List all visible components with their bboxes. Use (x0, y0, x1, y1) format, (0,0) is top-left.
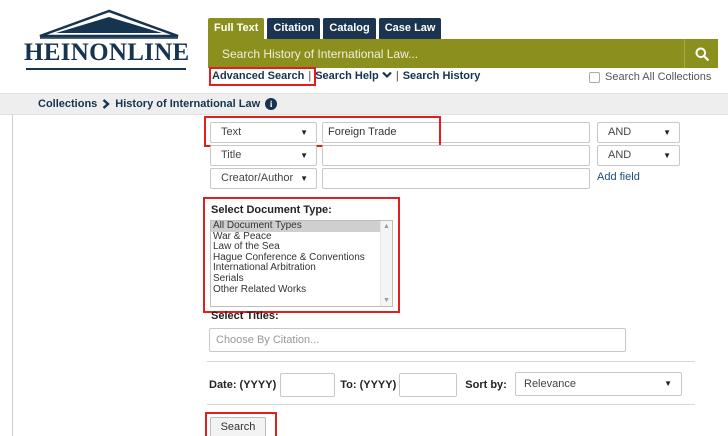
search-all-collections[interactable]: Search All Collections (589, 71, 711, 83)
document-type-option[interactable]: Other Related Works (211, 284, 392, 296)
search-all-checkbox[interactable] (589, 71, 600, 83)
breadcrumb: Collections History of International Law… (38, 98, 278, 110)
chevron-right-icon (102, 99, 111, 109)
operator-select-1-value: AND (608, 126, 632, 138)
search-submit-button[interactable]: Search (210, 417, 266, 436)
search-input[interactable] (212, 41, 684, 66)
dropdown-arrow-icon: ▼ (300, 174, 308, 183)
logo-roof-icon (39, 9, 179, 39)
operator-select-1[interactable]: AND ▼ (597, 122, 680, 143)
citation-input[interactable]: Choose By Citation... (209, 328, 626, 352)
tab-citation[interactable]: Citation (267, 18, 321, 39)
chevron-down-icon (382, 71, 392, 79)
breadcrumb-bar: Collections History of International Law… (0, 93, 728, 115)
search-button[interactable] (684, 39, 718, 68)
breadcrumb-collections[interactable]: Collections (38, 98, 97, 110)
field-select-3-value: Creator/Author (221, 172, 294, 184)
document-type-label: Select Document Type: (211, 204, 332, 216)
search-history-link[interactable]: Search History (403, 70, 481, 82)
dropdown-arrow-icon: ▼ (300, 151, 308, 160)
divider (207, 361, 695, 362)
date-to-label: To: (YYYY) (340, 379, 397, 391)
date-to-input[interactable] (399, 373, 458, 397)
field-select-2[interactable]: Title ▼ (210, 145, 317, 166)
search-all-label: Search All Collections (605, 71, 712, 83)
dropdown-arrow-icon: ▼ (663, 128, 671, 137)
sort-select[interactable]: Relevance ▼ (515, 372, 682, 396)
operator-select-2-value: AND (608, 149, 632, 161)
operator-select-2[interactable]: AND ▼ (597, 145, 680, 166)
document-type-option[interactable]: All Document Types (211, 221, 392, 232)
listbox-scrollbar[interactable]: ▲ ▼ (380, 221, 392, 306)
dropdown-arrow-icon: ▼ (664, 379, 672, 388)
search-bar (208, 39, 718, 68)
tab-full-text[interactable]: Full Text (208, 18, 265, 39)
search-help-link[interactable]: Search Help (315, 70, 392, 82)
tab-catalog[interactable]: Catalog (323, 18, 376, 39)
date-from-input[interactable] (280, 373, 336, 397)
field-select-3[interactable]: Creator/Author ▼ (210, 168, 317, 189)
heinonline-logo[interactable]: HEINONLINE (18, 5, 190, 85)
logo-rule (26, 68, 186, 70)
field-input-2[interactable] (322, 145, 590, 166)
highlight-box-text-field (204, 116, 441, 147)
field-select-2-value: Title (221, 149, 242, 161)
search-help-label: Search Help (315, 70, 379, 82)
field-input-3[interactable] (322, 168, 590, 189)
scroll-down-icon[interactable]: ▼ (383, 297, 390, 304)
document-type-listbox[interactable]: All Document Types War & Peace Law of th… (210, 220, 393, 307)
search-icon (695, 47, 709, 61)
sort-by-label: Sort by: (465, 379, 507, 391)
breadcrumb-current: History of International Law (115, 98, 261, 110)
date-from-label: Date: (YYYY) (209, 379, 277, 391)
date-sort-row: Date: (YYYY) To: (YYYY) Sort by: (209, 373, 507, 397)
tab-case-law[interactable]: Case Law (378, 18, 442, 39)
add-field-link[interactable]: Add field (597, 171, 640, 183)
document-type-option[interactable]: Serials (211, 273, 392, 285)
highlight-box-advanced-search (209, 67, 316, 86)
link-separator: | (395, 70, 399, 82)
logo-text: HEINONLINE (24, 39, 190, 66)
info-icon[interactable]: i (265, 98, 278, 110)
dropdown-arrow-icon: ▼ (663, 151, 671, 160)
left-divider (12, 115, 13, 436)
search-tabs: Full Text Citation Catalog Case Law (208, 18, 442, 39)
select-titles-label: Select Titles: (211, 310, 279, 322)
scroll-up-icon[interactable]: ▲ (383, 223, 390, 230)
divider (207, 404, 695, 405)
sort-select-value: Relevance (524, 378, 576, 390)
